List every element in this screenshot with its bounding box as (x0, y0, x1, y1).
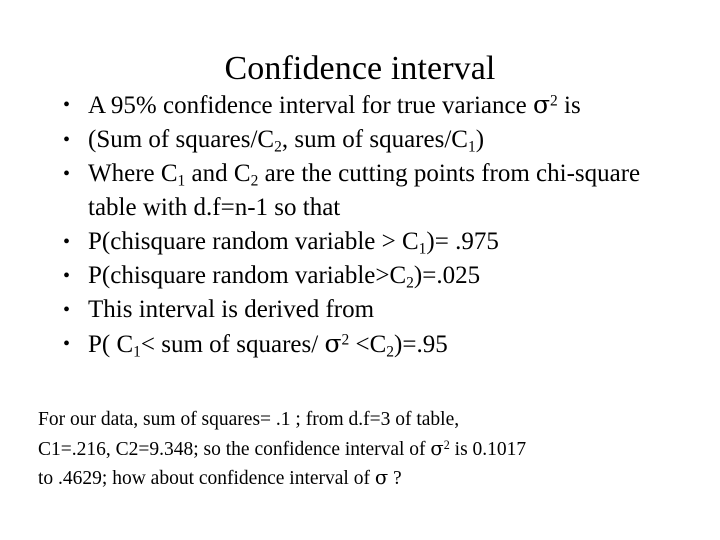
bullet-icon: • (63, 333, 71, 355)
text-run: ) (475, 126, 485, 153)
text-run: )=.025 (413, 262, 481, 289)
bullet-text: P(chisquare random variable>C2)=.025 (88, 259, 688, 293)
text-run: is 0.1017 (449, 438, 527, 460)
bullet-icon: • (63, 94, 71, 116)
text-run: , sum of squares/C (281, 126, 468, 153)
text-run: For our data, sum of squares= .1 ; from … (38, 409, 460, 430)
sigma-symbol: σ (324, 329, 342, 358)
text-run: to .4629; how about confidence interval … (38, 468, 375, 489)
subscript: 2 (406, 274, 414, 292)
subscript: 1 (467, 138, 476, 156)
note-line-3: to .4629; how about confidence interval … (38, 464, 698, 494)
text-run: )=.95 (394, 331, 448, 358)
bullet-text: A 95% confidence interval for true varia… (88, 88, 688, 123)
bullet-variance-interval: • A 95% confidence interval for true vari… (52, 88, 688, 123)
text-run: P(chisquare random variable > C (88, 228, 419, 255)
sigma-symbol: σ (430, 436, 444, 460)
text-run: C1=.216, C2=9.348; so the confidence int… (38, 438, 431, 460)
bullet-icon: • (63, 265, 71, 287)
bullet-text: P(chisquare random variable > C1)= .975 (88, 225, 688, 259)
text-run: This interval is derived from (88, 296, 375, 323)
text-run: P( C (88, 331, 134, 358)
sigma-symbol: σ (374, 466, 389, 489)
bullet-text: This interval is derived from (88, 293, 688, 327)
page-title: Confidence interval (224, 49, 496, 87)
bullet-list: • A 95% confidence interval for true vari… (52, 88, 688, 362)
bullet-prob-c2: • P(chisquare random variable>C2)=.025 (52, 259, 688, 293)
bullet-text: Where C1 and C2 are the cutting points f… (88, 157, 688, 225)
subscript: 1 (133, 343, 141, 361)
bullet-prob-c1: • P(chisquare random variable > C1)= .975 (52, 225, 688, 259)
bullet-cutting-points: • Where C1 and C2 are the cutting points … (52, 157, 688, 225)
text-run: and C (185, 160, 251, 187)
superscript: 2 (550, 92, 558, 110)
bullet-icon: • (63, 299, 71, 321)
bullet-icon: • (63, 231, 71, 253)
bullet-derivation-probability: • P( C1< sum of squares/ σ2 <C2)=.95 (52, 327, 688, 362)
text-run: is (557, 92, 581, 119)
note-paragraph: For our data, sum of squares= .1 ; from … (38, 406, 698, 494)
text-run: A 95% confidence interval for true varia… (88, 92, 533, 119)
slide-canvas: Confidence interval • A 95% confidence in… (0, 0, 720, 540)
text-run: Where C (88, 160, 178, 187)
bullet-icon: • (63, 163, 71, 185)
subscript: 2 (274, 138, 282, 156)
text-run: <C (349, 331, 387, 358)
text-run: P(chisquare random variable>C (88, 262, 407, 289)
text-run: (Sum of squares/C (88, 126, 275, 153)
bullet-text: P( C1< sum of squares/ σ2 <C2)=.95 (88, 327, 688, 362)
bullet-icon: • (63, 129, 71, 151)
text-run: )= .975 (426, 228, 499, 255)
note-line-2: C1=.216, C2=9.348; so the confidence int… (38, 435, 698, 465)
text-run: < sum of squares/ (140, 331, 325, 358)
bullet-text: (Sum of squares/C2, sum of squares/C1) (88, 123, 688, 157)
text-run: ? (388, 468, 402, 489)
sigma-symbol: σ (532, 90, 551, 119)
bullet-derived-from: • This interval is derived from (52, 293, 688, 327)
subscript: 2 (386, 343, 395, 361)
note-line-1: For our data, sum of squares= .1 ; from … (38, 406, 698, 435)
bullet-interval-formula: • (Sum of squares/C2, sum of squares/C1) (52, 123, 688, 157)
